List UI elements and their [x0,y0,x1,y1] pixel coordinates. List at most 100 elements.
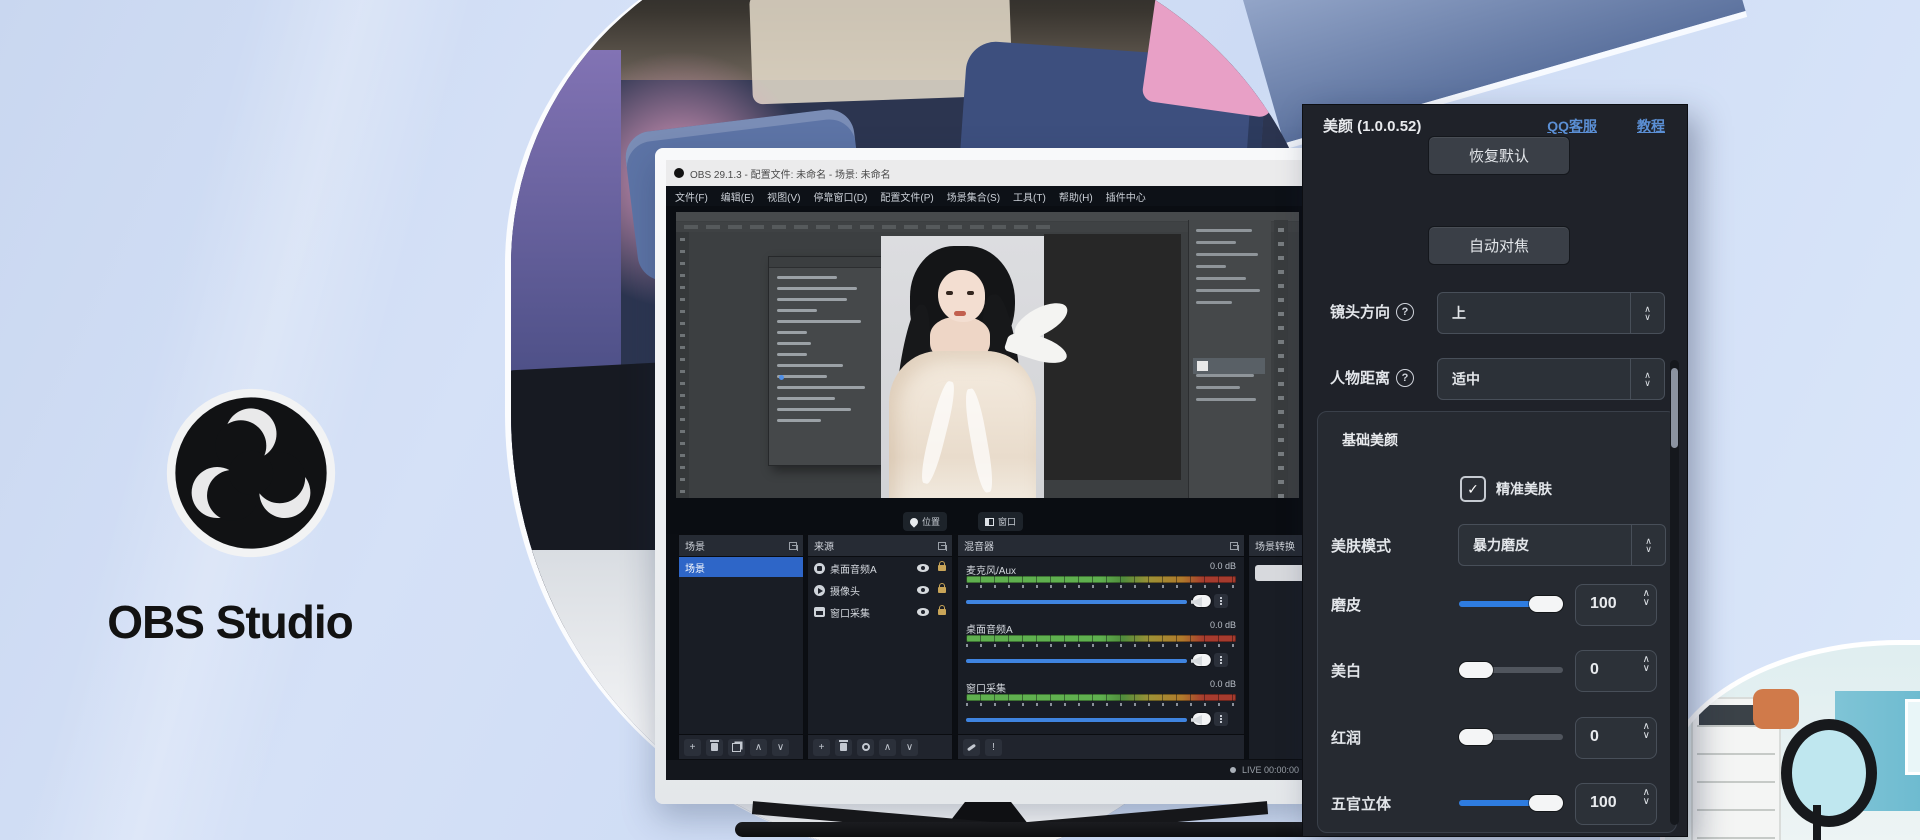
mixer-advanced-button[interactable]: ! [985,739,1002,756]
transition-select[interactable] [1255,565,1307,581]
menu-help[interactable]: 帮助(H) [1059,189,1093,204]
source-properties-button[interactable] [857,739,874,756]
popout-icon[interactable] [789,542,797,550]
lock-icon[interactable] [938,587,946,593]
menu-profile[interactable]: 配置文件(P) [880,189,933,204]
precise-skin-checkbox[interactable]: ✓ [1460,476,1486,502]
scene-up-button[interactable]: ∧ [750,739,767,756]
skin-mode-select[interactable]: 暴力磨皮 ∧∨ [1458,524,1666,566]
stepper-arrows-icon[interactable]: ∧∨ [1643,788,1650,806]
source-row-camera[interactable]: 摄像头 [808,579,952,601]
restore-defaults-button[interactable]: 恢复默认 [1428,136,1570,175]
sources-toolbar: + ∧ ∨ [808,734,952,759]
visibility-eye-icon[interactable] [917,564,929,572]
mixer-config-button[interactable] [963,739,980,756]
remove-scene-button[interactable] [706,739,723,756]
editor-right-rail [1274,220,1288,498]
scene-list-item[interactable]: 场景 [679,557,803,577]
obs-window: OBS 29.1.3 - 配置文件: 未命名 - 场景: 未命名 文件(F) 编… [666,160,1309,780]
volume-slider[interactable] [966,600,1187,604]
person-distance-select[interactable]: 适中 ∧∨ [1437,358,1665,400]
panel-title: 美颜 (1.0.0.52) [1323,115,1421,136]
trash-icon [711,743,718,751]
select-spinner-icon[interactable]: ∧∨ [1631,525,1665,565]
scene-down-button[interactable]: ∨ [772,739,789,756]
rosy-value-stepper[interactable]: 0 ∧∨ [1575,717,1657,759]
smoothing-value-stepper[interactable]: 100 ∧∨ [1575,584,1657,626]
slider-handle[interactable] [1459,729,1493,745]
whitening-value-stepper[interactable]: 0 ∧∨ [1575,650,1657,692]
facial-depth-slider-row: 五官立体 100 ∧∨ [1318,783,1676,823]
add-source-button[interactable]: + [813,739,830,756]
stepper-arrows-icon[interactable]: ∧∨ [1643,722,1650,740]
stepper-arrows-icon[interactable]: ∧∨ [1643,589,1650,607]
volume-slider[interactable] [966,718,1187,722]
section-title: 基础美颜 [1342,430,1398,450]
window-source-icon [814,607,825,617]
help-icon[interactable]: ? [1396,303,1414,321]
add-scene-button[interactable]: + [684,739,701,756]
slider-handle[interactable] [1529,795,1563,811]
remove-source-button[interactable] [835,739,852,756]
menu-scene-collection[interactable]: 场景集合(S) [947,189,1000,204]
sources-dock-title: 来源 [814,538,834,553]
scrollbar-thumb[interactable] [1671,368,1678,448]
select-spinner-icon[interactable]: ∧∨ [1630,359,1664,399]
tutorial-link[interactable]: 教程 [1637,116,1665,136]
mixer-dock-title: 混音器 [964,538,994,553]
db-readout: 0.0 dB [1210,679,1236,689]
visibility-eye-icon[interactable] [917,608,929,616]
panel-scrollbar[interactable] [1670,360,1679,825]
whitening-slider[interactable] [1459,667,1563,673]
stepper-arrows-icon[interactable]: ∧∨ [1643,655,1650,673]
menu-docks[interactable]: 停靠窗口(D) [813,189,867,204]
source-down-button[interactable]: ∨ [901,739,918,756]
lock-icon[interactable] [938,565,946,571]
whitening-slider-row: 美白 0 ∧∨ [1318,650,1676,690]
menu-tools[interactable]: 工具(T) [1013,189,1046,204]
mixer-channel: 麦克风/Aux 0.0 dB [966,561,1236,616]
channel-menu-icon[interactable] [1214,712,1228,726]
lock-icon[interactable] [938,609,946,615]
rosy-slider[interactable] [1459,734,1563,740]
channel-menu-icon[interactable] [1214,594,1228,608]
preview-overlay-tab-position[interactable]: 位置 [903,512,947,531]
popout-icon[interactable] [1230,542,1238,550]
duplicate-scene-button[interactable] [728,739,745,756]
preview-overlay-tab-window[interactable]: 窗口 [978,512,1023,531]
meter-ticks [966,644,1236,647]
audio-mixer-dock: 混音器 麦克风/Aux 0.0 dB 桌面音频A [957,534,1245,760]
desktop-background: OBS Studio OBS 29.1.3 - 配置文件: 未命名 - 场景: … [0,0,1920,840]
menu-plugin-center[interactable]: 插件中心 [1106,189,1146,204]
photo-blob-studio [1660,640,1920,840]
facial-depth-value-stepper[interactable]: 100 ∧∨ [1575,783,1657,825]
menu-view[interactable]: 视图(V) [767,189,800,204]
audio-source-icon [814,563,825,574]
smoothing-slider[interactable] [1459,601,1563,607]
obs-titlebar: OBS 29.1.3 - 配置文件: 未命名 - 场景: 未命名 [666,160,1309,186]
app-title: OBS Studio [40,595,420,649]
channel-menu-icon[interactable] [1214,653,1228,667]
slider-handle[interactable] [1459,662,1493,678]
autofocus-button[interactable]: 自动对焦 [1428,226,1570,265]
studio-window-shape [1905,699,1920,775]
obs-window-title: OBS 29.1.3 - 配置文件: 未命名 - 场景: 未命名 [690,166,891,181]
source-up-button[interactable]: ∧ [879,739,896,756]
monitor: OBS 29.1.3 - 配置文件: 未命名 - 场景: 未命名 文件(F) 编… [655,148,1320,804]
volume-meter [966,694,1236,701]
menu-file[interactable]: 文件(F) [675,189,708,204]
visibility-eye-icon[interactable] [917,586,929,594]
source-row-window-capture[interactable]: 窗口采集 [808,601,952,623]
help-icon[interactable]: ? [1396,369,1414,387]
source-row-audio[interactable]: 桌面音频A [808,557,952,579]
slider-handle[interactable] [1529,596,1563,612]
qq-support-link[interactable]: QQ客服 [1547,116,1597,136]
camera-direction-select[interactable]: 上 ∧∨ [1437,292,1665,334]
volume-slider[interactable] [966,659,1187,663]
select-spinner-icon[interactable]: ∧∨ [1630,293,1664,333]
facial-depth-slider[interactable] [1459,800,1563,806]
menu-edit[interactable]: 编辑(E) [721,189,754,204]
editor-toolbar [676,232,689,498]
popout-icon[interactable] [938,542,946,550]
precise-skin-row: ✓ 精准美肤 [1460,476,1552,502]
